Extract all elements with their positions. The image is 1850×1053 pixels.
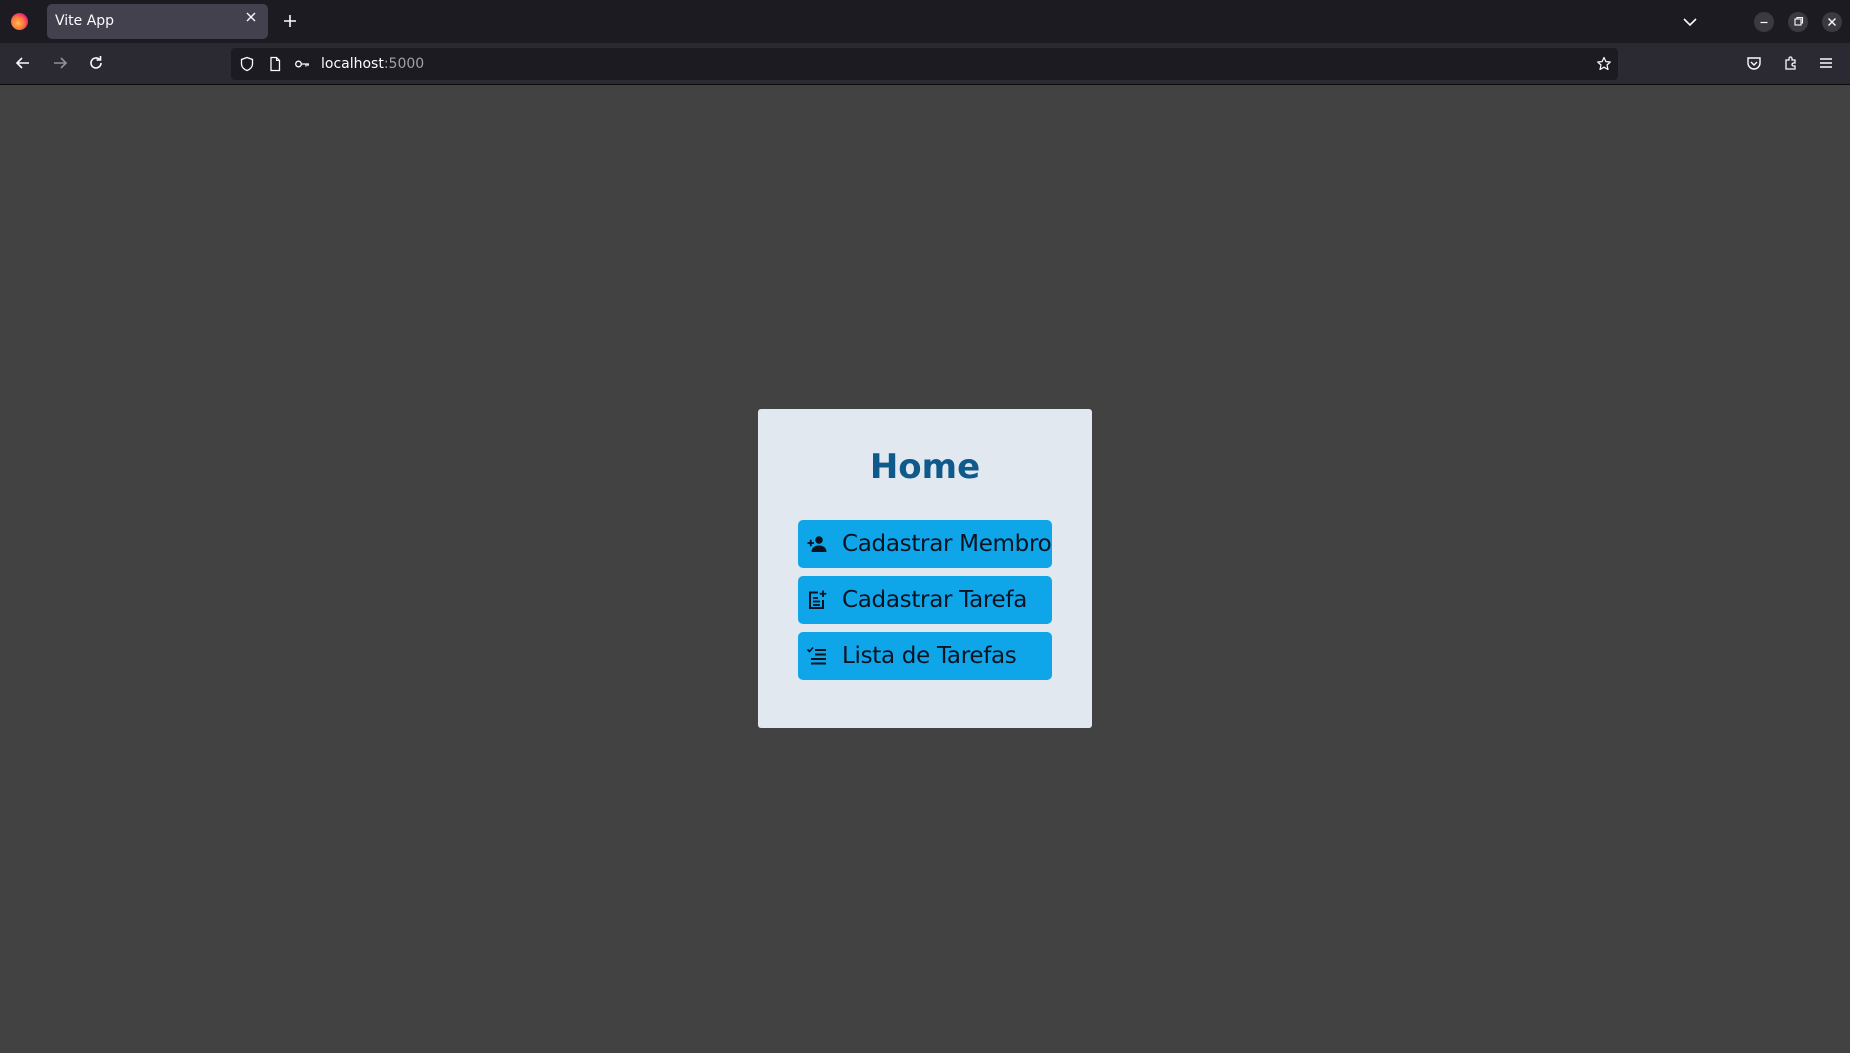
cadastrar-tarefa-button[interactable]: Cadastrar Tarefa <box>798 576 1052 624</box>
new-tab-icon[interactable] <box>280 11 300 31</box>
page-content: Home Cadastrar Membro Cadastrar Tarefa L… <box>0 85 1850 1053</box>
person-add-icon <box>806 533 828 555</box>
forward-icon[interactable] <box>50 53 70 73</box>
pocket-icon[interactable] <box>1744 53 1764 73</box>
page-title: Home <box>869 447 981 487</box>
address-bar[interactable]: localhost:5000 <box>231 48 1618 80</box>
key-icon[interactable] <box>294 56 310 72</box>
bookmark-star-icon[interactable] <box>1596 56 1612 72</box>
tab-vite-app[interactable]: Vite App <box>47 4 268 39</box>
home-card: Home Cadastrar Membro Cadastrar Tarefa L… <box>758 409 1092 728</box>
page-icon[interactable] <box>267 56 283 72</box>
browser-window: Vite App localhost:5000 Home Cadastrar M… <box>0 0 1850 1053</box>
lista-de-tarefas-button[interactable]: Lista de Tarefas <box>798 632 1052 680</box>
cadastrar-membro-label: Cadastrar Membro <box>842 531 1052 557</box>
list-all-tabs-icon[interactable] <box>1680 12 1700 32</box>
reload-icon[interactable] <box>86 53 106 73</box>
cadastrar-membro-button[interactable]: Cadastrar Membro <box>798 520 1052 568</box>
checklist-icon <box>806 645 828 667</box>
shield-icon[interactable] <box>239 56 255 72</box>
note-add-icon <box>806 589 828 611</box>
back-icon[interactable] <box>13 53 33 73</box>
close-window-icon[interactable] <box>1822 12 1842 32</box>
tab-title: Vite App <box>55 13 115 29</box>
restore-icon[interactable] <box>1788 12 1808 32</box>
close-tab-icon[interactable] <box>242 11 260 29</box>
url-port: :5000 <box>383 56 425 72</box>
url-host: localhost <box>321 56 384 72</box>
extensions-icon[interactable] <box>1781 53 1801 73</box>
nav-toolbar: localhost:5000 <box>0 43 1850 85</box>
tab-strip: Vite App <box>0 0 1850 43</box>
lista-de-tarefas-label: Lista de Tarefas <box>842 643 1017 669</box>
url-text[interactable]: localhost:5000 <box>321 56 424 72</box>
cadastrar-tarefa-label: Cadastrar Tarefa <box>842 587 1027 613</box>
firefox-logo-icon[interactable] <box>11 13 28 30</box>
minimize-icon[interactable] <box>1754 12 1774 32</box>
app-menu-icon[interactable] <box>1816 53 1836 73</box>
